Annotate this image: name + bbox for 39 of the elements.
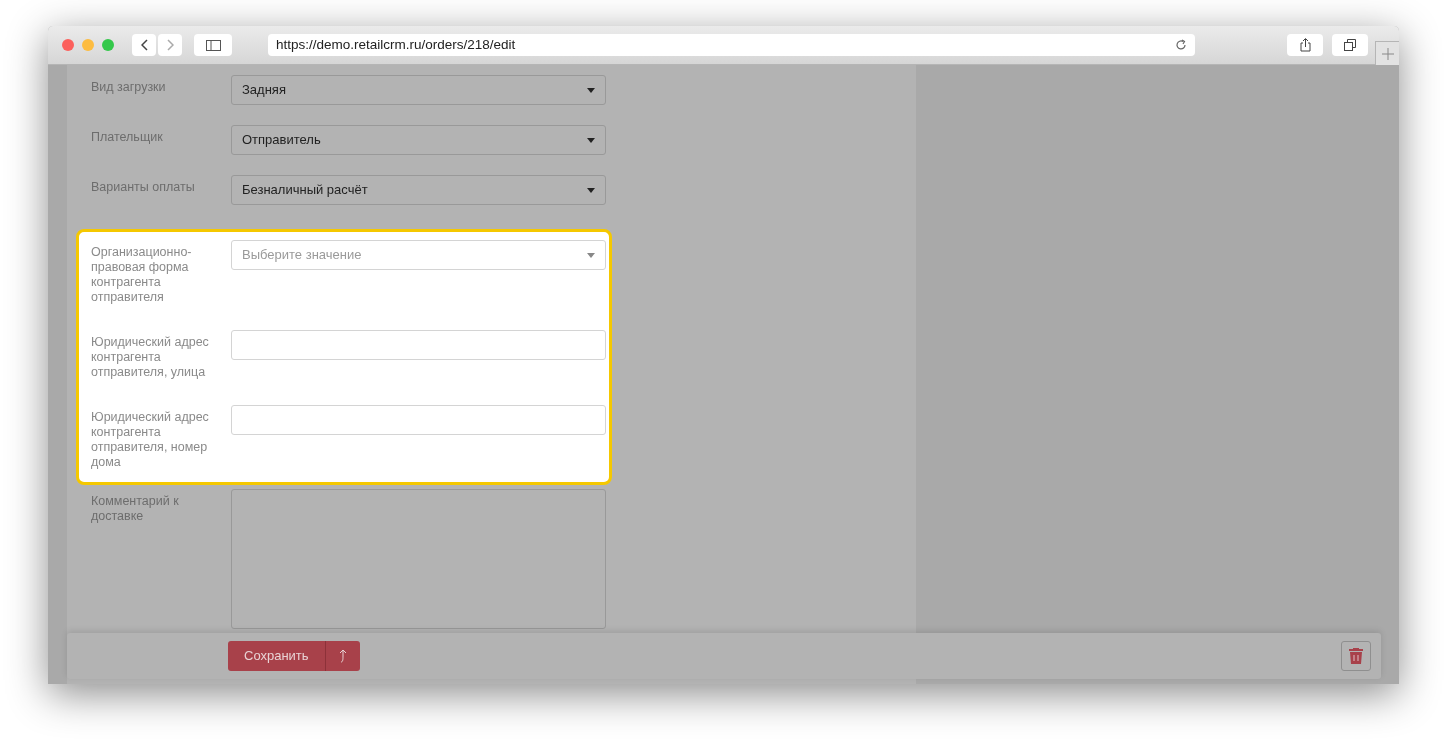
field-label: Плательщик [91, 130, 164, 145]
input-field[interactable] [231, 405, 606, 435]
select-field[interactable]: Безналичный расчёт [231, 175, 606, 205]
share-button[interactable] [1287, 34, 1323, 56]
save-options-button[interactable] [324, 641, 360, 671]
share-icon [1299, 38, 1311, 52]
plus-icon [1381, 47, 1394, 60]
caret-icon [587, 187, 595, 193]
delete-button[interactable] [1341, 641, 1371, 671]
sidebar-button[interactable] [194, 34, 232, 56]
new-tab-button[interactable] [1375, 41, 1399, 65]
input-field[interactable] [231, 330, 606, 360]
caret-icon [587, 87, 595, 93]
select-field[interactable]: Отправитель [231, 125, 606, 155]
field-label: Юридический адрес контрагента отправителя, номер дома [91, 410, 210, 470]
chevron-right-icon [166, 39, 174, 51]
caret-icon [587, 137, 595, 143]
back-button[interactable] [132, 34, 156, 56]
address-bar[interactable]: https://demo.retailcrm.ru/orders/218/edit [268, 34, 1195, 56]
url-text: https://demo.retailcrm.ru/orders/218/edit [276, 35, 516, 54]
forward-button[interactable] [158, 34, 182, 56]
minimize-window-button[interactable] [82, 39, 94, 51]
field-label: Организационно-правовая форма контрагента отправителя [91, 245, 193, 305]
tabs-icon [1344, 39, 1356, 51]
select-field[interactable]: Задняя [231, 75, 606, 105]
field-label: Вид загрузки [91, 80, 167, 95]
chevron-left-icon [140, 39, 148, 51]
tabs-button[interactable] [1332, 34, 1368, 56]
save-button[interactable]: Сохранить [228, 641, 325, 671]
arrow-up-icon [338, 649, 347, 663]
caret-icon [587, 252, 595, 258]
reload-icon [1175, 39, 1187, 51]
close-window-button[interactable] [62, 39, 74, 51]
field-label: Комментарий к доставке [91, 494, 180, 524]
sidebar-icon [205, 39, 221, 51]
trash-icon [1349, 648, 1363, 664]
field-label: Юридический адрес контрагента отправителя, улица [91, 335, 210, 380]
field-label: Варианты оплаты [91, 180, 196, 195]
zoom-window-button[interactable] [102, 39, 114, 51]
